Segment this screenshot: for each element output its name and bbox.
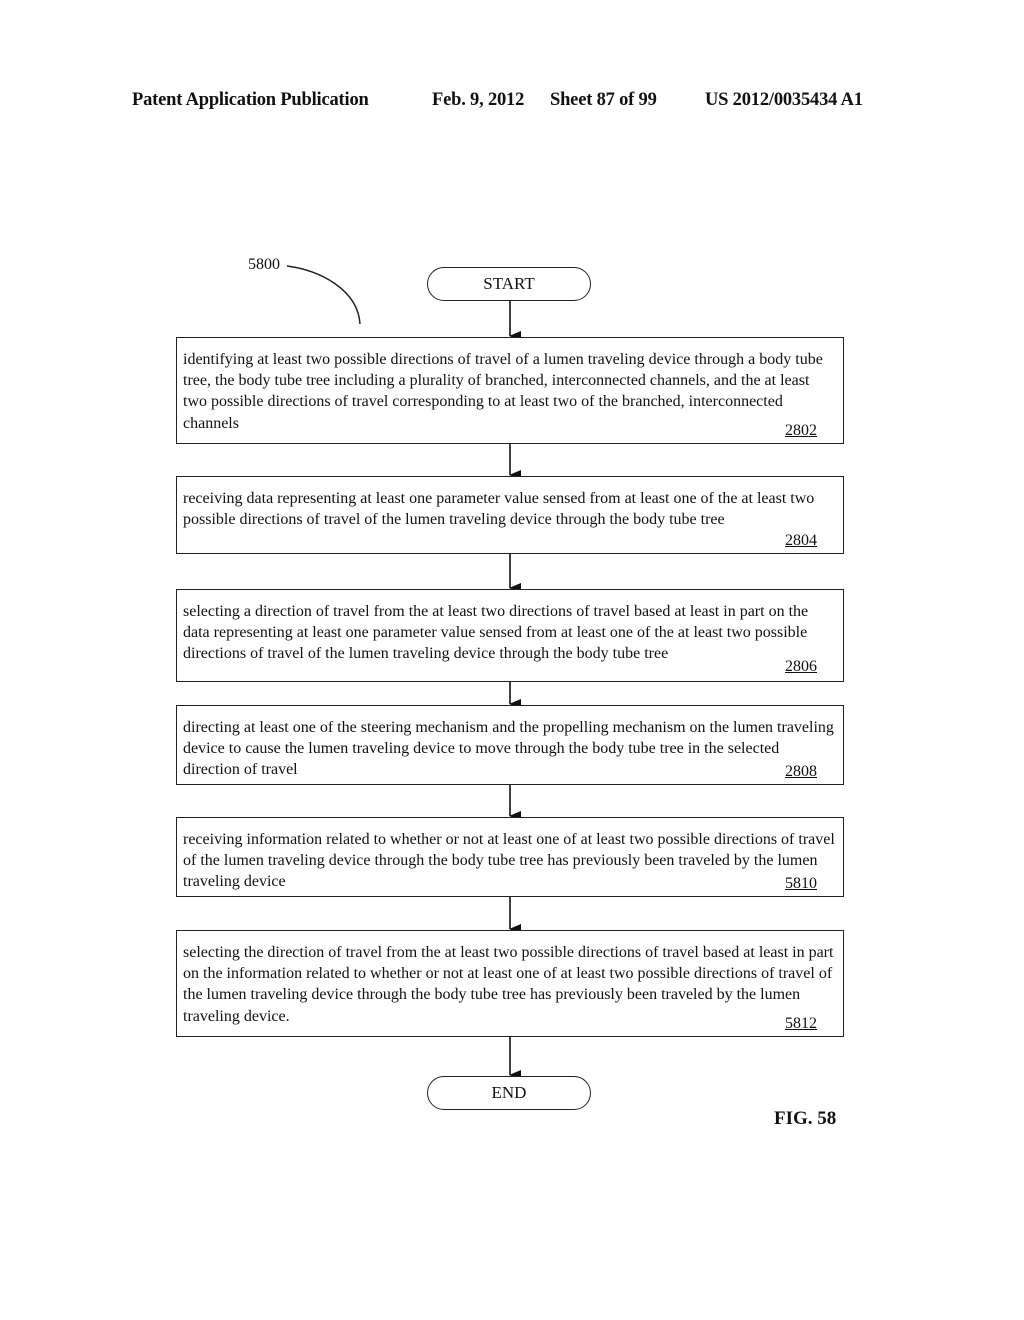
step-text: directing at least one of the steering m… (183, 719, 834, 779)
publication-date: Feb. 9, 2012 (432, 90, 525, 110)
step-number: 5812 (785, 1014, 817, 1032)
publication-type: Patent Application Publication (132, 90, 369, 110)
step-number: 2804 (785, 531, 817, 549)
patent-header: Patent Application Publication Feb. 9, 2… (132, 90, 892, 114)
start-terminal: START (427, 267, 591, 301)
step-number: 2806 (785, 657, 817, 675)
end-label: END (491, 1083, 527, 1102)
step-text: receiving information related to whether… (183, 831, 835, 891)
step-number: 5810 (785, 874, 817, 892)
step-2802: identifying at least two possible direct… (176, 337, 844, 444)
step-text: identifying at least two possible direct… (183, 351, 823, 432)
step-2808: directing at least one of the steering m… (176, 705, 844, 785)
step-text: selecting the direction of travel from t… (183, 944, 834, 1025)
reference-leader-line (286, 265, 361, 325)
step-number: 2808 (785, 762, 817, 780)
step-text: selecting a direction of travel from the… (183, 603, 809, 663)
step-text: receiving data representing at least one… (183, 490, 815, 529)
publication-number: US 2012/0035434 A1 (705, 90, 863, 110)
step-5812: selecting the direction of travel from t… (176, 930, 844, 1037)
sheet-number: Sheet 87 of 99 (550, 90, 657, 110)
step-5810: receiving information related to whether… (176, 817, 844, 897)
step-2804: receiving data representing at least one… (176, 476, 844, 554)
flowchart-reference-number: 5800 (248, 256, 280, 273)
step-2806: selecting a direction of travel from the… (176, 589, 844, 682)
figure-label: FIG. 58 (774, 1108, 837, 1129)
start-label: START (483, 274, 535, 293)
step-number: 2802 (785, 421, 817, 439)
end-terminal: END (427, 1076, 591, 1110)
